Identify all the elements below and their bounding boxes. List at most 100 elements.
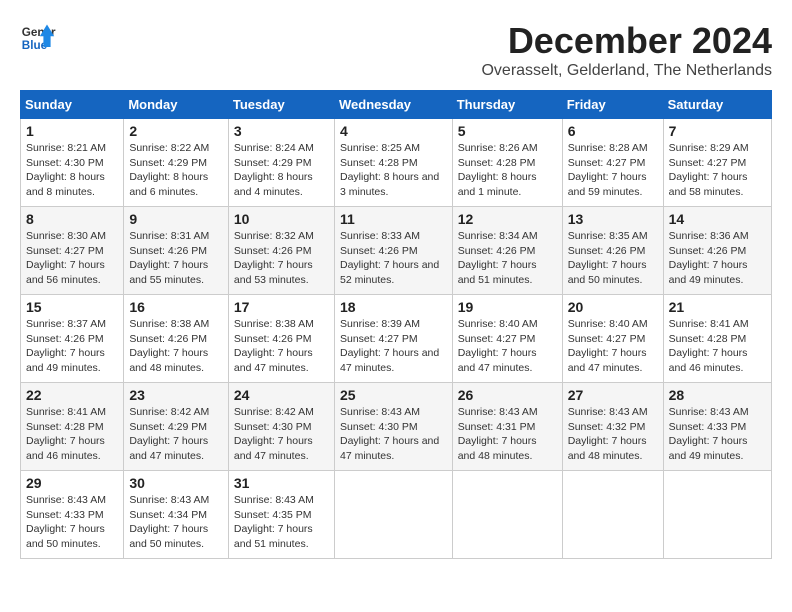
logo: General Blue: [20, 20, 56, 56]
calendar-cell: 26 Sunrise: 8:43 AM Sunset: 4:31 PM Dayl…: [452, 383, 562, 471]
day-number: 16: [129, 299, 223, 315]
day-info: Sunrise: 8:24 AM Sunset: 4:29 PM Dayligh…: [234, 141, 329, 200]
calendar-cell: 9 Sunrise: 8:31 AM Sunset: 4:26 PM Dayli…: [124, 207, 229, 295]
day-number: 9: [129, 211, 223, 227]
location-title: Overasselt, Gelderland, The Netherlands: [481, 62, 772, 80]
calendar-cell: 29 Sunrise: 8:43 AM Sunset: 4:33 PM Dayl…: [21, 471, 124, 559]
day-info: Sunrise: 8:21 AM Sunset: 4:30 PM Dayligh…: [26, 141, 118, 200]
calendar-cell: 7 Sunrise: 8:29 AM Sunset: 4:27 PM Dayli…: [663, 119, 771, 207]
day-info: Sunrise: 8:40 AM Sunset: 4:27 PM Dayligh…: [458, 317, 557, 376]
calendar-cell: 11 Sunrise: 8:33 AM Sunset: 4:26 PM Dayl…: [334, 207, 452, 295]
day-number: 18: [340, 299, 447, 315]
calendar-cell: 20 Sunrise: 8:40 AM Sunset: 4:27 PM Dayl…: [562, 295, 663, 383]
day-number: 17: [234, 299, 329, 315]
header-sunday: Sunday: [21, 91, 124, 119]
day-info: Sunrise: 8:41 AM Sunset: 4:28 PM Dayligh…: [26, 405, 118, 464]
header-friday: Friday: [562, 91, 663, 119]
calendar-cell: 5 Sunrise: 8:26 AM Sunset: 4:28 PM Dayli…: [452, 119, 562, 207]
day-info: Sunrise: 8:38 AM Sunset: 4:26 PM Dayligh…: [234, 317, 329, 376]
calendar-cell: 21 Sunrise: 8:41 AM Sunset: 4:28 PM Dayl…: [663, 295, 771, 383]
week-row-1: 1 Sunrise: 8:21 AM Sunset: 4:30 PM Dayli…: [21, 119, 772, 207]
calendar-cell: 2 Sunrise: 8:22 AM Sunset: 4:29 PM Dayli…: [124, 119, 229, 207]
header-monday: Monday: [124, 91, 229, 119]
calendar-cell: 13 Sunrise: 8:35 AM Sunset: 4:26 PM Dayl…: [562, 207, 663, 295]
day-number: 31: [234, 475, 329, 491]
header-wednesday: Wednesday: [334, 91, 452, 119]
logo-icon: General Blue: [20, 20, 56, 56]
month-title: December 2024: [481, 20, 772, 62]
day-number: 14: [669, 211, 766, 227]
day-info: Sunrise: 8:38 AM Sunset: 4:26 PM Dayligh…: [129, 317, 223, 376]
day-info: Sunrise: 8:43 AM Sunset: 4:30 PM Dayligh…: [340, 405, 447, 464]
calendar-cell: 17 Sunrise: 8:38 AM Sunset: 4:26 PM Dayl…: [228, 295, 334, 383]
day-number: 15: [26, 299, 118, 315]
header-saturday: Saturday: [663, 91, 771, 119]
calendar-cell: 22 Sunrise: 8:41 AM Sunset: 4:28 PM Dayl…: [21, 383, 124, 471]
calendar-cell: 16 Sunrise: 8:38 AM Sunset: 4:26 PM Dayl…: [124, 295, 229, 383]
calendar-cell: 23 Sunrise: 8:42 AM Sunset: 4:29 PM Dayl…: [124, 383, 229, 471]
day-number: 8: [26, 211, 118, 227]
day-number: 28: [669, 387, 766, 403]
calendar-cell: 28 Sunrise: 8:43 AM Sunset: 4:33 PM Dayl…: [663, 383, 771, 471]
day-info: Sunrise: 8:34 AM Sunset: 4:26 PM Dayligh…: [458, 229, 557, 288]
day-info: Sunrise: 8:40 AM Sunset: 4:27 PM Dayligh…: [568, 317, 658, 376]
calendar-cell: 31 Sunrise: 8:43 AM Sunset: 4:35 PM Dayl…: [228, 471, 334, 559]
day-info: Sunrise: 8:42 AM Sunset: 4:30 PM Dayligh…: [234, 405, 329, 464]
day-info: Sunrise: 8:25 AM Sunset: 4:28 PM Dayligh…: [340, 141, 447, 200]
day-number: 23: [129, 387, 223, 403]
day-info: Sunrise: 8:43 AM Sunset: 4:32 PM Dayligh…: [568, 405, 658, 464]
day-number: 24: [234, 387, 329, 403]
day-number: 5: [458, 123, 557, 139]
day-number: 20: [568, 299, 658, 315]
calendar-cell: 6 Sunrise: 8:28 AM Sunset: 4:27 PM Dayli…: [562, 119, 663, 207]
day-number: 11: [340, 211, 447, 227]
day-info: Sunrise: 8:41 AM Sunset: 4:28 PM Dayligh…: [669, 317, 766, 376]
calendar-cell: [334, 471, 452, 559]
header-thursday: Thursday: [452, 91, 562, 119]
day-info: Sunrise: 8:43 AM Sunset: 4:31 PM Dayligh…: [458, 405, 557, 464]
day-info: Sunrise: 8:31 AM Sunset: 4:26 PM Dayligh…: [129, 229, 223, 288]
day-info: Sunrise: 8:43 AM Sunset: 4:34 PM Dayligh…: [129, 493, 223, 552]
calendar-table: SundayMondayTuesdayWednesdayThursdayFrid…: [20, 90, 772, 559]
day-info: Sunrise: 8:36 AM Sunset: 4:26 PM Dayligh…: [669, 229, 766, 288]
day-number: 21: [669, 299, 766, 315]
calendar-cell: 1 Sunrise: 8:21 AM Sunset: 4:30 PM Dayli…: [21, 119, 124, 207]
day-info: Sunrise: 8:43 AM Sunset: 4:35 PM Dayligh…: [234, 493, 329, 552]
day-number: 27: [568, 387, 658, 403]
week-row-2: 8 Sunrise: 8:30 AM Sunset: 4:27 PM Dayli…: [21, 207, 772, 295]
page-header: General Blue December 2024 Overasselt, G…: [20, 20, 772, 80]
calendar-cell: 14 Sunrise: 8:36 AM Sunset: 4:26 PM Dayl…: [663, 207, 771, 295]
day-info: Sunrise: 8:42 AM Sunset: 4:29 PM Dayligh…: [129, 405, 223, 464]
calendar-cell: 25 Sunrise: 8:43 AM Sunset: 4:30 PM Dayl…: [334, 383, 452, 471]
day-info: Sunrise: 8:33 AM Sunset: 4:26 PM Dayligh…: [340, 229, 447, 288]
calendar-cell: 19 Sunrise: 8:40 AM Sunset: 4:27 PM Dayl…: [452, 295, 562, 383]
day-info: Sunrise: 8:22 AM Sunset: 4:29 PM Dayligh…: [129, 141, 223, 200]
day-number: 30: [129, 475, 223, 491]
day-info: Sunrise: 8:37 AM Sunset: 4:26 PM Dayligh…: [26, 317, 118, 376]
day-info: Sunrise: 8:30 AM Sunset: 4:27 PM Dayligh…: [26, 229, 118, 288]
day-number: 2: [129, 123, 223, 139]
week-row-4: 22 Sunrise: 8:41 AM Sunset: 4:28 PM Dayl…: [21, 383, 772, 471]
day-number: 10: [234, 211, 329, 227]
days-header-row: SundayMondayTuesdayWednesdayThursdayFrid…: [21, 91, 772, 119]
week-row-5: 29 Sunrise: 8:43 AM Sunset: 4:33 PM Dayl…: [21, 471, 772, 559]
calendar-cell: 12 Sunrise: 8:34 AM Sunset: 4:26 PM Dayl…: [452, 207, 562, 295]
day-info: Sunrise: 8:43 AM Sunset: 4:33 PM Dayligh…: [26, 493, 118, 552]
day-number: 29: [26, 475, 118, 491]
day-number: 19: [458, 299, 557, 315]
day-info: Sunrise: 8:39 AM Sunset: 4:27 PM Dayligh…: [340, 317, 447, 376]
calendar-cell: [663, 471, 771, 559]
day-number: 13: [568, 211, 658, 227]
calendar-cell: 10 Sunrise: 8:32 AM Sunset: 4:26 PM Dayl…: [228, 207, 334, 295]
calendar-cell: 3 Sunrise: 8:24 AM Sunset: 4:29 PM Dayli…: [228, 119, 334, 207]
day-number: 25: [340, 387, 447, 403]
calendar-cell: 15 Sunrise: 8:37 AM Sunset: 4:26 PM Dayl…: [21, 295, 124, 383]
day-info: Sunrise: 8:35 AM Sunset: 4:26 PM Dayligh…: [568, 229, 658, 288]
day-info: Sunrise: 8:29 AM Sunset: 4:27 PM Dayligh…: [669, 141, 766, 200]
calendar-cell: 8 Sunrise: 8:30 AM Sunset: 4:27 PM Dayli…: [21, 207, 124, 295]
day-number: 26: [458, 387, 557, 403]
day-number: 12: [458, 211, 557, 227]
calendar-cell: [562, 471, 663, 559]
day-number: 6: [568, 123, 658, 139]
day-number: 7: [669, 123, 766, 139]
